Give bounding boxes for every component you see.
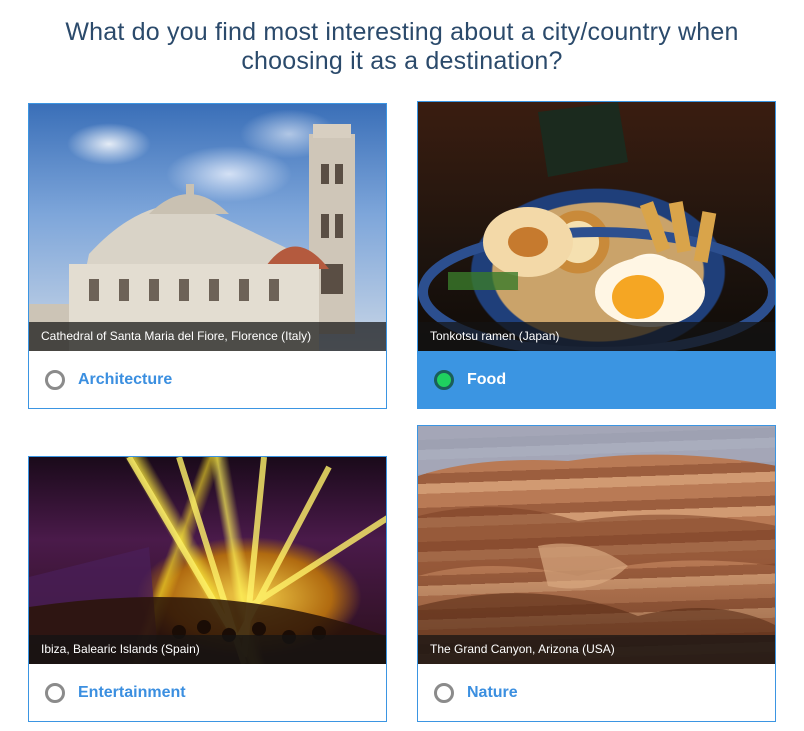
option-label: Nature: [467, 683, 518, 701]
cathedral-illustration: [29, 124, 355, 351]
option-entertainment[interactable]: Entertainment: [29, 664, 386, 721]
ramen-illustration: [418, 102, 775, 351]
canyon-illustration: [418, 426, 775, 664]
photo-caption: The Grand Canyon, Arizona (USA): [418, 635, 775, 664]
radio-checked-icon[interactable]: [434, 369, 454, 390]
option-nature[interactable]: Nature: [418, 664, 775, 721]
food-photo: Tonkotsu ramen (Japan): [418, 102, 775, 351]
nightclub-illustration: [29, 457, 386, 664]
option-label: Architecture: [78, 370, 173, 388]
photo-caption: Cathedral of Santa Maria del Fiore, Flor…: [29, 322, 386, 351]
photo-caption: Ibiza, Balearic Islands (Spain): [29, 635, 386, 664]
entertainment-photo: Ibiza, Balearic Islands (Spain): [29, 457, 386, 664]
option-food[interactable]: Food: [418, 351, 775, 408]
option-architecture[interactable]: Architecture: [29, 351, 386, 408]
radio-unchecked-icon[interactable]: [434, 682, 454, 703]
radio-unchecked-icon[interactable]: [45, 369, 65, 390]
photo-caption: Tonkotsu ramen (Japan): [418, 322, 775, 351]
option-label: Food: [467, 370, 507, 388]
question-title: What do you find most interesting about …: [65, 18, 739, 75]
option-card-entertainment[interactable]: Ibiza, Balearic Islands (Spain) Entertai…: [28, 456, 387, 722]
option-card-food[interactable]: Tonkotsu ramen (Japan) Food: [417, 101, 776, 409]
architecture-photo: Cathedral of Santa Maria del Fiore, Flor…: [29, 104, 386, 351]
option-card-nature[interactable]: The Grand Canyon, Arizona (USA) Nature: [417, 425, 776, 722]
option-label: Entertainment: [78, 683, 186, 701]
option-card-architecture[interactable]: Cathedral of Santa Maria del Fiore, Flor…: [28, 103, 387, 409]
radio-unchecked-icon[interactable]: [45, 682, 65, 703]
nature-photo: The Grand Canyon, Arizona (USA): [418, 426, 775, 664]
